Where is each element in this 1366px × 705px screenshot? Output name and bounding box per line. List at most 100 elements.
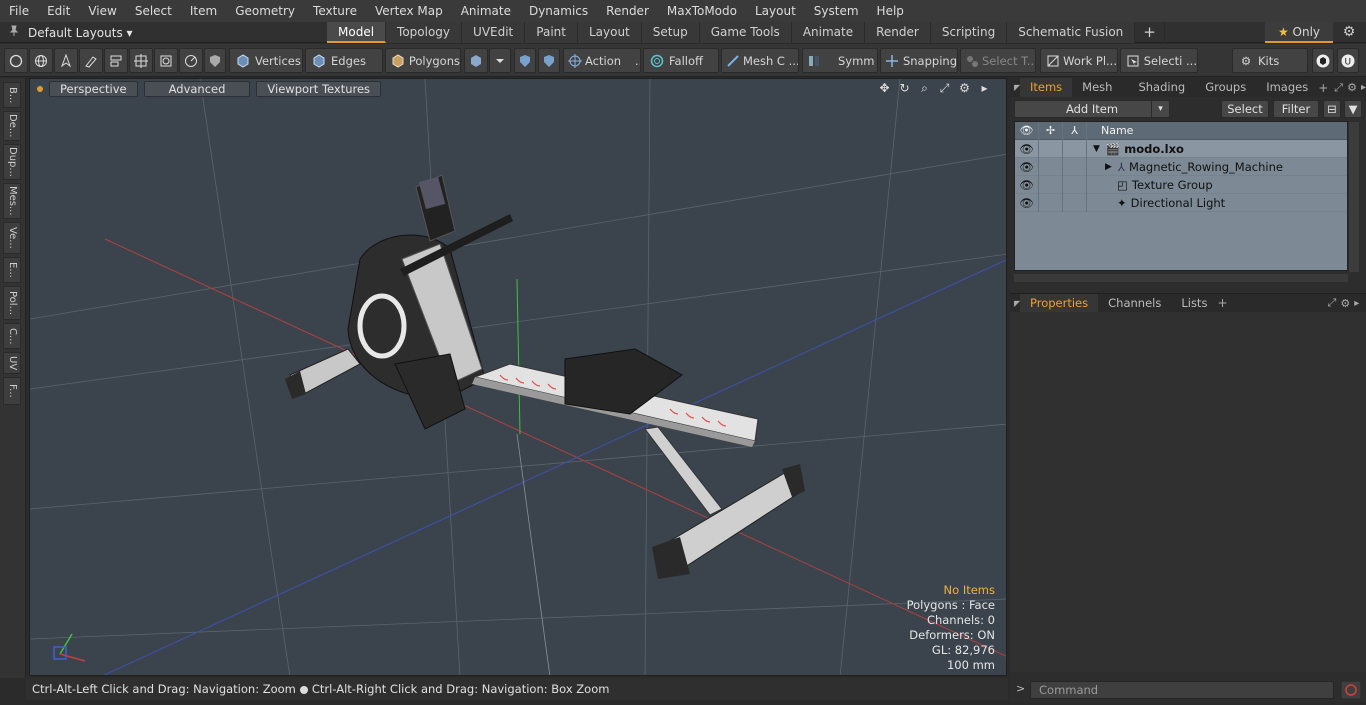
eye-icon[interactable]: 👁 — [1015, 175, 1039, 194]
brush-button[interactable] — [79, 48, 103, 73]
tab-topology[interactable]: Topology — [386, 22, 463, 43]
zoom-icon[interactable]: ⌕ — [917, 81, 932, 96]
expand-arrow-icon[interactable]: ▼ — [1093, 144, 1100, 154]
tab-uvedit[interactable]: UVEdit — [462, 22, 526, 43]
menu-view[interactable]: View — [79, 0, 125, 22]
globe-button[interactable] — [29, 48, 53, 73]
snapping-button[interactable]: Snapping — [880, 48, 958, 73]
tree-row-mesh[interactable]: 👁 ▶ ⅄ Magnetic_Rowing_Machine — [1015, 157, 1347, 176]
tree-row-scene[interactable]: 👁 ▼ 🎬 modo.lxo — [1015, 139, 1347, 158]
props-expand-icon[interactable]: ⤢ — [1328, 296, 1337, 310]
axis-column-icon[interactable]: ⅄ — [1063, 121, 1087, 140]
tab-scripting[interactable]: Scripting — [930, 22, 1008, 43]
menu-maxtomodo[interactable]: MaxToModo — [658, 0, 746, 22]
menu-vertex-map[interactable]: Vertex Map — [366, 0, 452, 22]
only-toggle[interactable]: ★ Only — [1265, 22, 1333, 43]
maximize-icon[interactable]: ⤢ — [937, 81, 952, 96]
tab-shading[interactable]: Shading — [1128, 78, 1195, 97]
add-item-button[interactable]: Add Item ▾ — [1014, 100, 1170, 118]
left-tab-mesh-edit[interactable]: Mes... — [3, 183, 21, 219]
falloff-button[interactable]: Falloff — [643, 48, 719, 73]
menu-layout[interactable]: Layout — [746, 0, 805, 22]
add-tab-icon[interactable]: + — [1318, 81, 1328, 95]
props-menu-icon[interactable]: ◤ — [1010, 299, 1020, 308]
symmetry-button[interactable]: Symm ... — [802, 48, 878, 73]
tab-model[interactable]: Model — [327, 22, 387, 43]
command-input[interactable]: Command — [1030, 681, 1334, 699]
layouts-dropdown[interactable]: Default Layouts ▾ — [28, 26, 133, 40]
menu-dynamics[interactable]: Dynamics — [520, 0, 597, 22]
vertices-button[interactable]: Vertices — [229, 48, 303, 73]
work-plane-button[interactable]: Work Pl... — [1040, 48, 1118, 73]
symmetry-y-button[interactable] — [538, 48, 560, 73]
tab-images[interactable]: Images — [1256, 78, 1318, 97]
expand-icon[interactable]: ⤢ — [1334, 81, 1343, 95]
menu-select[interactable]: Select — [126, 0, 181, 22]
rotate-icon[interactable]: ↻ — [897, 81, 912, 96]
tab-mesh[interactable]: Mesh ... — [1072, 78, 1128, 113]
tree-horizontal-scrollbar[interactable] — [1014, 274, 1348, 282]
filter-button[interactable]: Filter — [1273, 100, 1319, 118]
menu-texture[interactable]: Texture — [304, 0, 366, 22]
advanced-button[interactable]: Advanced — [143, 81, 251, 97]
kits-button[interactable]: ⚙ Kits — [1232, 48, 1308, 73]
tab-properties[interactable]: Properties — [1020, 293, 1099, 313]
tree-scrollbar[interactable] — [1349, 122, 1359, 272]
tab-lists[interactable]: Lists — [1171, 294, 1217, 313]
props-gear-icon[interactable]: ⚙ — [1340, 297, 1350, 310]
tab-paint[interactable]: Paint — [525, 22, 578, 43]
visibility-column-eye-icon[interactable]: 👁 — [1015, 121, 1039, 140]
play-arrow-icon[interactable]: ▸ — [977, 81, 992, 96]
rowing-machine-model[interactable] — [285, 174, 805, 579]
align-button[interactable] — [104, 48, 128, 73]
tab-channels[interactable]: Channels — [1098, 294, 1171, 313]
left-tab-vertex[interactable]: Ve... — [3, 222, 21, 254]
select-button[interactable]: Select — [1221, 100, 1269, 118]
layouts-selector[interactable]: Default Layouts ▾ — [0, 22, 133, 43]
eye-icon[interactable]: 👁 — [1015, 157, 1039, 176]
tab-layout[interactable]: Layout — [577, 22, 642, 43]
action-center-button[interactable]: Action... — [563, 48, 641, 73]
left-tab-edge[interactable]: E... — [3, 257, 21, 283]
add-props-tab-icon[interactable]: + — [1217, 296, 1227, 310]
tree-row-texture-group[interactable]: 👁 ◰ Texture Group — [1015, 175, 1347, 194]
collapse-arrow-icon[interactable]: ▶ — [1105, 162, 1112, 172]
grid-button[interactable] — [129, 48, 153, 73]
selection-sets-button[interactable]: Selecti ... — [1120, 48, 1198, 73]
menu-render[interactable]: Render — [597, 0, 658, 22]
target-button[interactable] — [154, 48, 178, 73]
menu-system[interactable]: System — [805, 0, 868, 22]
left-tab-curve[interactable]: C... — [3, 323, 21, 349]
tab-animate[interactable]: Animate — [791, 22, 866, 43]
menu-geometry[interactable]: Geometry — [226, 0, 304, 22]
tab-groups[interactable]: Groups — [1195, 78, 1256, 97]
settings-gear-icon[interactable]: ⚙ — [957, 81, 972, 96]
menu-file[interactable]: File — [0, 0, 38, 22]
collapse-button[interactable]: ⊟ — [1323, 100, 1341, 118]
viewport-menu-dot[interactable] — [37, 86, 43, 92]
gear-icon[interactable]: ⚙ — [1340, 24, 1358, 42]
unreal-button[interactable]: U — [1337, 48, 1359, 73]
menu-edit[interactable]: Edit — [38, 0, 79, 22]
select-through-button[interactable]: Select T... — [960, 48, 1036, 73]
shade-button[interactable] — [204, 48, 226, 73]
perspective-button[interactable]: Perspective — [49, 81, 138, 97]
name-column-header[interactable]: Name — [1087, 124, 1133, 137]
tree-row-light[interactable]: 👁 ✦ Directional Light — [1015, 193, 1347, 212]
move-icon[interactable]: ✥ — [877, 81, 892, 96]
viewport-textures-button[interactable]: Viewport Textures — [256, 81, 382, 97]
edges-button[interactable]: Edges — [305, 48, 383, 73]
menu-animate[interactable]: Animate — [452, 0, 520, 22]
pin-icon[interactable] — [0, 25, 28, 40]
panel-menu-icon[interactable]: ◤ — [1010, 83, 1020, 92]
tab-render[interactable]: Render — [865, 22, 931, 43]
eye-icon[interactable]: 👁 — [1015, 139, 1039, 158]
3d-viewport[interactable]: Perspective Advanced Viewport Textures ✥… — [29, 78, 1007, 676]
left-tab-basic[interactable]: B... — [3, 82, 21, 108]
mesh-constraint-button[interactable]: Mesh C ... — [721, 48, 799, 73]
props-arrow-icon[interactable]: ▸ — [1354, 298, 1359, 309]
add-tab-button[interactable]: + — [1135, 22, 1165, 43]
menu-item[interactable]: Item — [181, 0, 226, 22]
viewport-scene[interactable] — [30, 79, 1007, 676]
tab-schematic-fusion[interactable]: Schematic Fusion — [1007, 22, 1136, 43]
